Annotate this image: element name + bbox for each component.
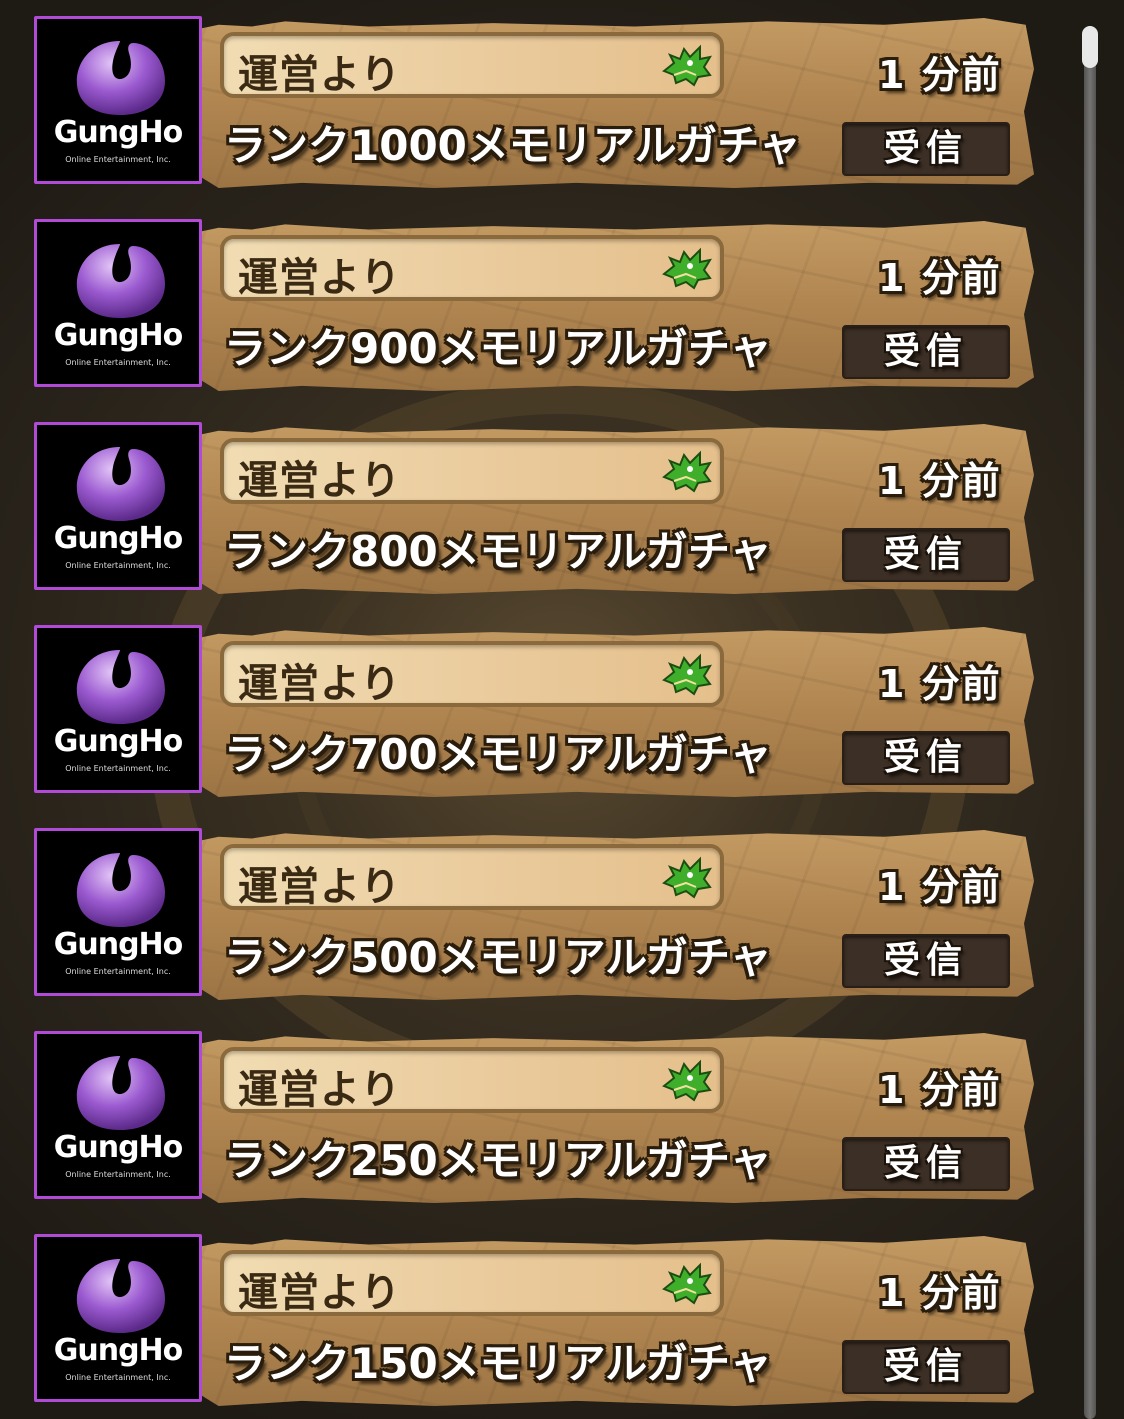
dragon-icon (662, 856, 712, 899)
mail-item[interactable]: GungHo Online Entertainment, Inc. 運営より ラ… (34, 422, 1034, 594)
mail-panel[interactable]: 運営より ランク700メモリアルガチャ 1 分前 受信 (202, 627, 1034, 797)
mail-panel[interactable]: 運営より ランク800メモリアルガチャ 1 分前 受信 (202, 424, 1034, 594)
mail-list[interactable]: GungHo Online Entertainment, Inc. 運営より ラ… (0, 0, 1124, 1419)
avatar: GungHo Online Entertainment, Inc. (34, 1031, 202, 1199)
logo-tagline: Online Entertainment, Inc. (65, 358, 171, 367)
mail-item[interactable]: GungHo Online Entertainment, Inc. 運営より ラ… (34, 1234, 1034, 1406)
dragon-icon (662, 1059, 712, 1102)
mail-panel[interactable]: 運営より ランク900メモリアルガチャ 1 分前 受信 (202, 221, 1034, 391)
receive-button[interactable]: 受信 (842, 1340, 1010, 1394)
mail-panel[interactable]: 運営より ランク500メモリアルガチャ 1 分前 受信 (202, 830, 1034, 1000)
mailbox-screen: GungHo Online Entertainment, Inc. 運営より ラ… (0, 0, 1124, 1419)
logo-name: GungHo (53, 1130, 184, 1165)
mail-item[interactable]: GungHo Online Entertainment, Inc. 運営より ラ… (34, 219, 1034, 391)
dragon-icon (662, 44, 712, 87)
sender-bar: 運営より (220, 32, 724, 98)
mail-time: 1 分前 (878, 53, 1002, 97)
logo-name: GungHo (53, 521, 184, 556)
mail-subject: ランク250メモリアルガチャ (224, 1136, 772, 1185)
sender-label: 運営より (238, 1270, 402, 1316)
gungho-logo-icon (76, 650, 165, 724)
logo-tagline: Online Entertainment, Inc. (65, 155, 171, 164)
mail-panel[interactable]: 運営より ランク1000メモリアルガチャ 1 分前 受信 (202, 18, 1034, 188)
mail-time: 1 分前 (878, 459, 1002, 503)
mail-subject: ランク700メモリアルガチャ (224, 730, 772, 779)
mail-subject: ランク1000メモリアルガチャ (224, 121, 801, 170)
receive-button[interactable]: 受信 (842, 934, 1010, 988)
sender-label: 運営より (238, 458, 402, 504)
mail-item[interactable]: GungHo Online Entertainment, Inc. 運営より ラ… (34, 16, 1034, 188)
receive-button[interactable]: 受信 (842, 1137, 1010, 1191)
scrollbar-thumb[interactable] (1082, 26, 1098, 68)
mail-subject: ランク150メモリアルガチャ (224, 1339, 772, 1388)
sender-label: 運営より (238, 255, 402, 301)
dragon-icon (662, 247, 712, 290)
logo-name: GungHo (53, 1333, 184, 1368)
dragon-icon (662, 1262, 712, 1305)
mail-item[interactable]: GungHo Online Entertainment, Inc. 運営より ラ… (34, 828, 1034, 1000)
mail-subject: ランク900メモリアルガチャ (224, 324, 772, 373)
receive-button[interactable]: 受信 (842, 325, 1010, 379)
sender-bar: 運営より (220, 235, 724, 301)
logo-tagline: Online Entertainment, Inc. (65, 561, 171, 570)
receive-button[interactable]: 受信 (842, 122, 1010, 176)
avatar: GungHo Online Entertainment, Inc. (34, 422, 202, 590)
sender-label: 運営より (238, 1067, 402, 1113)
dragon-icon (662, 450, 712, 493)
logo-name: GungHo (53, 318, 184, 353)
mail-subject: ランク800メモリアルガチャ (224, 527, 772, 576)
mail-panel[interactable]: 運営より ランク250メモリアルガチャ 1 分前 受信 (202, 1033, 1034, 1203)
sender-bar: 運営より (220, 438, 724, 504)
mail-item[interactable]: GungHo Online Entertainment, Inc. 運営より ラ… (34, 1031, 1034, 1203)
logo-name: GungHo (53, 724, 184, 759)
sender-bar: 運営より (220, 641, 724, 707)
logo-tagline: Online Entertainment, Inc. (65, 1373, 171, 1382)
mail-time: 1 分前 (878, 256, 1002, 300)
gungho-logo-icon (76, 447, 165, 521)
avatar: GungHo Online Entertainment, Inc. (34, 219, 202, 387)
scrollbar-track[interactable] (1084, 26, 1096, 1419)
sender-bar: 運営より (220, 1250, 724, 1316)
logo-name: GungHo (53, 115, 184, 150)
mail-subject: ランク500メモリアルガチャ (224, 933, 772, 982)
sender-label: 運営より (238, 52, 402, 98)
dragon-icon (662, 653, 712, 696)
mail-time: 1 分前 (878, 662, 1002, 706)
avatar: GungHo Online Entertainment, Inc. (34, 625, 202, 793)
receive-button[interactable]: 受信 (842, 731, 1010, 785)
sender-bar: 運営より (220, 844, 724, 910)
logo-tagline: Online Entertainment, Inc. (65, 967, 171, 976)
avatar: GungHo Online Entertainment, Inc. (34, 828, 202, 996)
gungho-logo-icon (76, 853, 165, 927)
mail-time: 1 分前 (878, 865, 1002, 909)
mail-item[interactable]: GungHo Online Entertainment, Inc. 運営より ラ… (34, 625, 1034, 797)
gungho-logo-icon (76, 244, 165, 318)
sender-label: 運営より (238, 864, 402, 910)
gungho-logo-icon (76, 1056, 165, 1130)
gungho-logo-icon (76, 41, 165, 115)
logo-tagline: Online Entertainment, Inc. (65, 764, 171, 773)
avatar: GungHo Online Entertainment, Inc. (34, 16, 202, 184)
avatar: GungHo Online Entertainment, Inc. (34, 1234, 202, 1402)
receive-button[interactable]: 受信 (842, 528, 1010, 582)
sender-bar: 運営より (220, 1047, 724, 1113)
mail-time: 1 分前 (878, 1271, 1002, 1315)
logo-tagline: Online Entertainment, Inc. (65, 1170, 171, 1179)
sender-label: 運営より (238, 661, 402, 707)
logo-name: GungHo (53, 927, 184, 962)
gungho-logo-icon (76, 1259, 165, 1333)
mail-time: 1 分前 (878, 1068, 1002, 1112)
mail-panel[interactable]: 運営より ランク150メモリアルガチャ 1 分前 受信 (202, 1236, 1034, 1406)
